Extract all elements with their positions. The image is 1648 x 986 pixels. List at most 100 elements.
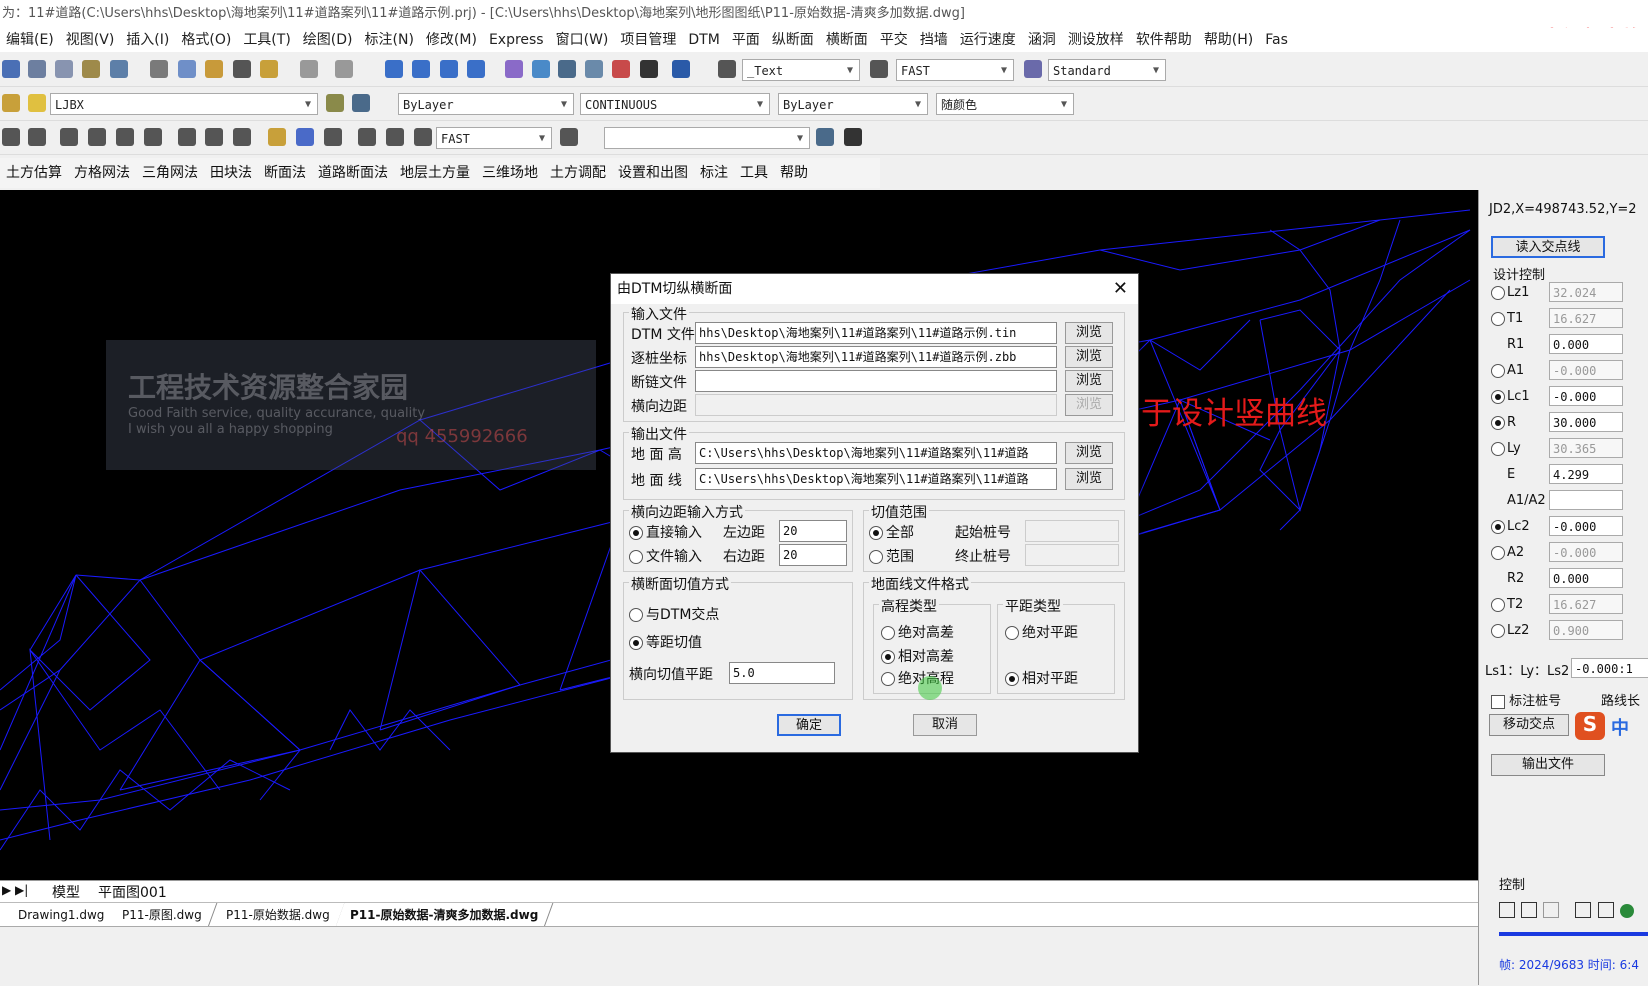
tool-palette-icon[interactable] [558, 60, 576, 78]
help-icon[interactable] [672, 60, 690, 78]
arc-icon[interactable] [88, 128, 106, 146]
polyline-icon[interactable] [2, 128, 20, 146]
menu-draw[interactable]: 绘图(D) [297, 28, 359, 52]
menu-edit[interactable]: 编辑(E) [0, 28, 60, 52]
ground-height-field[interactable]: C:\Users\hhs\Desktop\海地案列\11#道路案列\11#道路 [695, 442, 1057, 464]
menu-tools[interactable]: 工具(T) [237, 28, 296, 52]
menu2-mark[interactable]: 标注 [694, 158, 734, 188]
no-entry-icon[interactable] [116, 128, 134, 146]
copy-icon[interactable] [178, 60, 196, 78]
param-radio[interactable] [1491, 286, 1505, 300]
text-style-select[interactable]: _Text ▼ [742, 59, 860, 81]
grid-icon[interactable] [296, 128, 314, 146]
playback-progress[interactable] [1499, 932, 1648, 936]
menu2-grid[interactable]: 方格网法 [68, 158, 136, 188]
target-icon[interactable] [324, 128, 342, 146]
param-field[interactable]: 30.365 [1549, 438, 1623, 458]
abs-dist-radio[interactable]: 绝对平距 [1005, 622, 1078, 642]
read-intersection-button[interactable]: 读入交点线 [1491, 236, 1605, 258]
menu-project[interactable]: 项目管理 [614, 28, 682, 52]
next-icon[interactable] [1543, 902, 1560, 918]
param-field[interactable]: -0.000 [1549, 360, 1623, 380]
ok-button[interactable]: 确定 [777, 714, 841, 736]
param-field[interactable]: -0.000 [1549, 386, 1623, 406]
param-field[interactable]: 16.627 [1549, 308, 1623, 328]
linetype-select[interactable]: CONTINUOUS ▼ [580, 93, 770, 115]
dtm-file-field[interactable]: hhs\Desktop\海地案列\11#道路案列\11#道路示例.tin [695, 322, 1057, 344]
menu2-settings[interactable]: 设置和出图 [612, 158, 694, 188]
param-radio[interactable] [1491, 390, 1505, 404]
param-field[interactable]: 0.900 [1549, 620, 1623, 640]
param-radio[interactable] [1491, 364, 1505, 378]
file-tab-p11-data[interactable]: P11-原始数据.dwg [211, 903, 346, 927]
brush-icon[interactable] [260, 60, 278, 78]
layer-state-icon[interactable] [28, 94, 46, 112]
menu-profile[interactable]: 纵断面 [766, 28, 820, 52]
zoom-window-icon[interactable] [440, 60, 458, 78]
layer-previous-icon[interactable] [352, 94, 370, 112]
menu-dtm[interactable]: DTM [682, 28, 725, 52]
font-select[interactable]: FAST ▼ [896, 59, 1014, 81]
undo-icon[interactable] [300, 60, 318, 78]
menu-software-help[interactable]: 软件帮助 [1130, 28, 1198, 52]
design-center-icon[interactable] [532, 60, 550, 78]
rel-dist-radio[interactable]: 相对平距 [1005, 668, 1078, 688]
publish-icon[interactable] [82, 60, 100, 78]
menu-stakeout[interactable]: 测设放样 [1062, 28, 1130, 52]
file-tab-p11-original[interactable]: P11-原图.dwg [107, 903, 218, 927]
spacing-field[interactable]: 5.0 [729, 662, 835, 684]
station-coords-field[interactable]: hhs\Desktop\海地案列\11#道路案列\11#道路示例.zbb [695, 346, 1057, 368]
zoom-realtime-icon[interactable] [412, 60, 430, 78]
plotstyle-select[interactable]: 随颜色 ▼ [936, 93, 1074, 115]
move-intersection-button[interactable]: 移动交点 [1489, 714, 1569, 736]
file-tab-p11-clean[interactable]: P11-原始数据-清爽多加数据.dwg [335, 903, 554, 927]
circle-icon[interactable] [60, 128, 78, 146]
param-radio[interactable] [1491, 442, 1505, 456]
menu-format[interactable]: 格式(O) [175, 28, 237, 52]
param-radio[interactable] [1491, 416, 1505, 430]
snapshot-icon[interactable] [1619, 904, 1634, 918]
param-field[interactable]: 0.000 [1549, 334, 1623, 354]
menu-dimension[interactable]: 标注(N) [359, 28, 420, 52]
markup-icon[interactable] [612, 60, 630, 78]
menu2-estimate[interactable]: 土方估算 [0, 158, 68, 188]
pencil-icon[interactable] [268, 128, 286, 146]
layer-manager-icon[interactable] [2, 94, 20, 112]
file-tab-drawing1[interactable]: Drawing1.dwg [3, 903, 120, 927]
triangle-icon[interactable] [144, 128, 162, 146]
param-field[interactable]: -0.000 [1549, 542, 1623, 562]
file-input-radio[interactable]: 文件输入 [629, 546, 702, 566]
ground-line-field[interactable]: C:\Users\hhs\Desktop\海地案列\11#道路案列\11#道路 [695, 468, 1057, 490]
dim-style-select[interactable]: Standard ▼ [1048, 59, 1166, 81]
print-icon[interactable] [28, 60, 46, 78]
color-select[interactable]: ByLayer ▼ [398, 93, 574, 115]
direct-input-radio[interactable]: 直接输入 [629, 522, 702, 542]
left-margin-field[interactable]: 20 [779, 520, 847, 542]
param-field[interactable]: 0.000 [1549, 568, 1623, 588]
menu2-tools[interactable]: 工具 [734, 158, 774, 188]
export-file-button[interactable]: 输出文件 [1491, 754, 1605, 776]
menu2-allocation[interactable]: 土方调配 [544, 158, 612, 188]
paste-icon[interactable] [205, 60, 223, 78]
menu-retaining-wall[interactable]: 挡墙 [914, 28, 954, 52]
preview-icon[interactable] [55, 60, 73, 78]
menu-view[interactable]: 视图(V) [60, 28, 121, 52]
all-range-radio[interactable]: 全部 [869, 522, 914, 542]
param-field[interactable]: 30.000 [1549, 412, 1623, 432]
lineweight-select[interactable]: ByLayer ▼ [778, 93, 928, 115]
rel-diff-radio[interactable]: 相对高差 [881, 646, 954, 666]
properties-icon[interactable] [505, 60, 523, 78]
custom-range-radio[interactable]: 范围 [869, 546, 914, 566]
ratio-field[interactable]: -0.000:1 [1571, 658, 1648, 678]
menu-plan[interactable]: 平面 [726, 28, 766, 52]
param-radio[interactable] [1491, 520, 1505, 534]
menu2-help[interactable]: 帮助 [774, 158, 814, 188]
text-height-icon[interactable] [560, 128, 578, 146]
dimension-icon[interactable] [28, 128, 46, 146]
gate-icon[interactable] [205, 128, 223, 146]
param-radio[interactable] [1491, 546, 1505, 560]
block-icon[interactable] [816, 128, 834, 146]
match-properties-icon[interactable] [233, 60, 251, 78]
save-icon[interactable] [2, 60, 20, 78]
menu-modify[interactable]: 修改(M) [420, 28, 483, 52]
